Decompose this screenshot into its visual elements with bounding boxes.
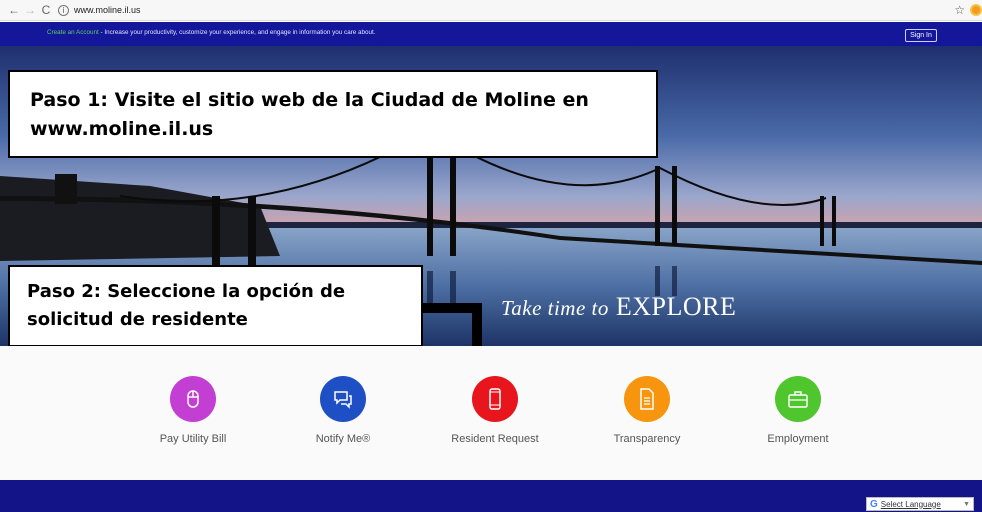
quick-link-employment[interactable]: Employment xyxy=(728,376,868,445)
account-bar: Create an Account - Increase your produc… xyxy=(0,22,982,46)
quick-link-transparency[interactable]: Transparency xyxy=(577,376,717,445)
bookmark-star-icon[interactable]: ☆ xyxy=(954,3,965,17)
document-icon xyxy=(624,376,670,422)
hero-tagline-main: EXPLORE xyxy=(615,292,737,321)
mouse-icon xyxy=(170,376,216,422)
quick-links: Pay Utility Bill Notify Me® Resident Req… xyxy=(0,346,982,480)
quick-link-resident-request[interactable]: Resident Request xyxy=(425,376,565,445)
hero-tagline: Take time to EXPLORE xyxy=(501,292,736,322)
account-message: Create an Account - Increase your produc… xyxy=(47,29,376,36)
quick-link-label: Transparency xyxy=(613,433,681,445)
extension-icon[interactable] xyxy=(970,4,982,16)
google-icon: G xyxy=(870,498,878,510)
footer-bar xyxy=(0,480,982,512)
hero-tagline-script: Take time to xyxy=(501,296,609,320)
quick-link-label: Resident Request xyxy=(451,433,539,445)
step1-callout: Paso 1: Visite el sitio web de la Ciudad… xyxy=(8,70,658,158)
browser-toolbar: ← → C i www.moline.il.us ☆ xyxy=(0,0,982,21)
chat-bubbles-icon xyxy=(320,376,366,422)
forward-arrow-icon[interactable]: → xyxy=(22,2,38,18)
create-account-link[interactable]: Create an Account xyxy=(47,29,99,36)
language-selector[interactable]: G Select Language ▼ xyxy=(866,497,974,511)
back-arrow-icon[interactable]: ← xyxy=(6,2,22,18)
address-bar[interactable]: www.moline.il.us xyxy=(74,5,141,15)
quick-link-notify-me[interactable]: Notify Me® xyxy=(273,376,413,445)
page: ← → C i www.moline.il.us ☆ Create an Acc… xyxy=(0,0,982,512)
smartphone-icon xyxy=(472,376,518,422)
sign-in-button[interactable]: Sign In xyxy=(905,29,937,42)
reload-icon[interactable]: C xyxy=(38,2,54,18)
info-icon[interactable]: i xyxy=(58,4,69,16)
quick-link-label: Pay Utility Bill xyxy=(159,433,227,445)
language-selector-label[interactable]: Select Language xyxy=(881,500,941,509)
quick-link-label: Employment xyxy=(767,433,829,445)
quick-link-pay-utility-bill[interactable]: Pay Utility Bill xyxy=(123,376,263,445)
chevron-down-icon[interactable]: ▼ xyxy=(963,501,970,508)
briefcase-icon xyxy=(775,376,821,422)
account-message-text: - Increase your productivity, customize … xyxy=(98,29,376,36)
quick-link-label: Notify Me® xyxy=(315,433,371,445)
step2-callout: Paso 2: Seleccione la opción de solicitu… xyxy=(8,265,423,347)
